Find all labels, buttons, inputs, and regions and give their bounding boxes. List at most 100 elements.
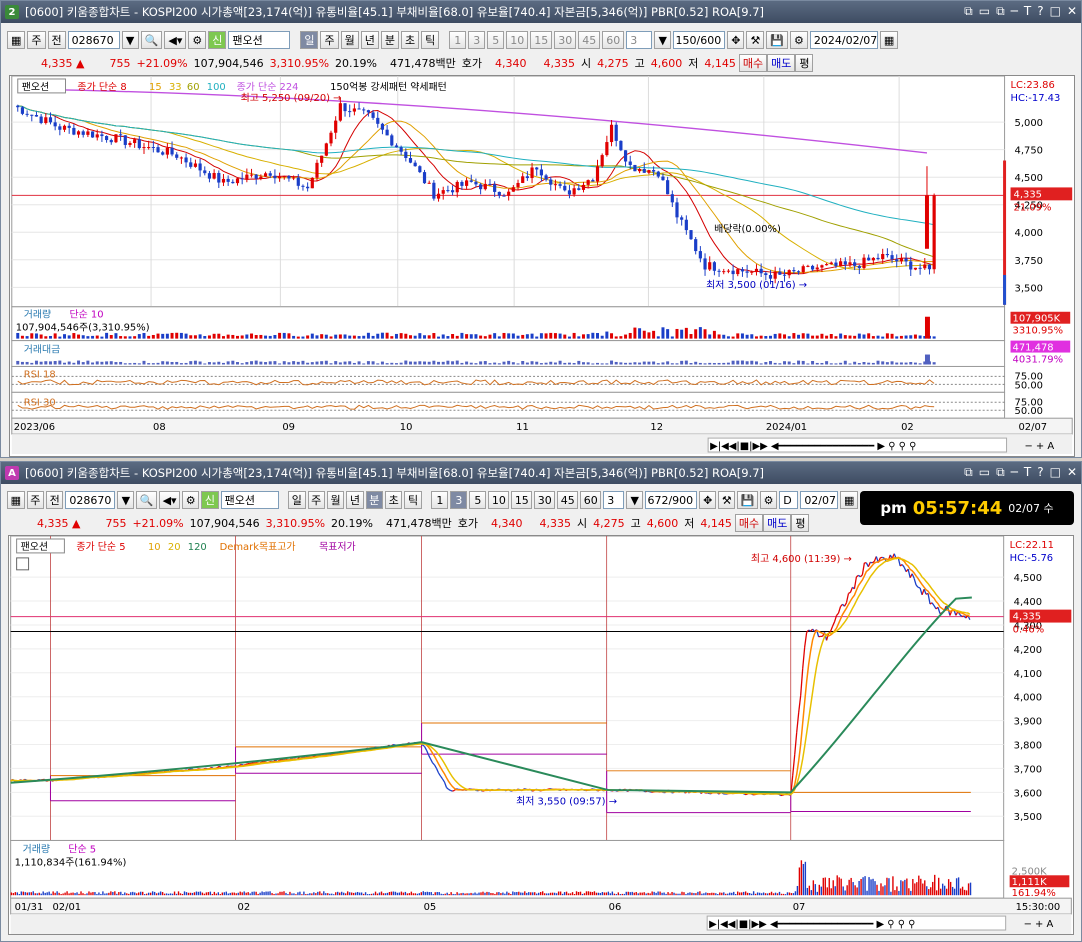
table-icon[interactable] <box>16 557 30 571</box>
tab-second[interactable]: 초 <box>400 31 420 49</box>
tab-day[interactable]: 일 <box>300 31 319 49</box>
dropdown-icon[interactable]: ▼ <box>121 31 139 49</box>
stock-name-field[interactable]: 팬오션 <box>228 31 291 49</box>
num-5[interactable]: 5 <box>469 491 487 509</box>
num-1[interactable]: 1 <box>449 31 467 49</box>
sin-badge[interactable]: 신 <box>201 491 219 509</box>
count-input[interactable]: 150/600 <box>673 31 726 49</box>
bottom-titlebar[interactable]: A [0600] 키움종합차트 - KOSPI200 시가총액[23,174(억… <box>1 462 1081 484</box>
close-icon[interactable]: ✕ <box>1067 465 1077 480</box>
num-30[interactable]: 30 <box>534 491 556 509</box>
n-select[interactable]: 3 <box>626 31 653 49</box>
sin-badge[interactable]: 신 <box>208 31 227 49</box>
restore-icon[interactable]: ⧉ <box>996 4 1005 19</box>
calendar-icon[interactable]: ▦ <box>879 31 899 49</box>
maximize-icon[interactable]: □ <box>1050 465 1061 480</box>
tab-tick[interactable]: 틱 <box>404 491 422 509</box>
font-icon[interactable]: T <box>1024 465 1031 480</box>
code-input[interactable]: 028670 <box>67 31 120 49</box>
top-daily-chart[interactable]: 팬오션 종가 단순 8 15 33 60 100 종가 단순 224 150억봉… <box>9 75 1075 457</box>
period-type-select[interactable]: 주 <box>27 31 46 49</box>
crosshair-icon[interactable]: ✥ <box>727 31 745 49</box>
num-30[interactable]: 30 <box>554 31 577 49</box>
close-icon[interactable]: ✕ <box>1067 4 1077 19</box>
settings-icon[interactable]: ⚙ <box>182 491 200 509</box>
scroll-controls-icon[interactable]: ▶|◀◀|■|▶▶ ◀━━━━━━━━━━━━━━━━ ▶ ⚲ ⚲ ⚲ <box>709 919 915 930</box>
grid-icon[interactable]: ▦ <box>7 491 25 509</box>
search-icon[interactable]: 🔍 <box>140 31 163 49</box>
num-45[interactable]: 45 <box>578 31 601 49</box>
date-input[interactable]: 2024/02/07 <box>809 31 878 49</box>
shrink-icon[interactable]: ─ <box>1011 465 1018 480</box>
sell-button[interactable]: 매도 <box>763 514 792 532</box>
stock-name-field[interactable]: 팬오션 <box>220 491 279 509</box>
num-5[interactable]: 5 <box>487 31 505 49</box>
n-dropdown-icon[interactable]: ▼ <box>626 491 644 509</box>
tab-month[interactable]: 월 <box>340 31 359 49</box>
n-dropdown-icon[interactable]: ▼ <box>654 31 672 49</box>
sell-button[interactable]: 매도 <box>767 54 796 72</box>
zoom-controls-icon[interactable]: − + A <box>1024 919 1054 930</box>
maximize-icon[interactable]: □ <box>1050 4 1061 19</box>
num-60[interactable]: 60 <box>580 491 602 509</box>
num-10[interactable]: 10 <box>488 491 510 509</box>
bottom-minute-chart[interactable]: 팬오션 종가 단순 5 10 20 120 Demark목표고가 목표저가 최고… <box>8 535 1074 935</box>
n-select[interactable]: 3 <box>603 491 625 509</box>
sound-icon[interactable]: ◀▾ <box>164 31 187 49</box>
sound-icon[interactable]: ◀▾ <box>159 491 181 509</box>
gear-icon[interactable]: ⚙ <box>760 491 778 509</box>
tools-icon[interactable]: ⚒ <box>746 31 765 49</box>
top-titlebar[interactable]: 2 [0600] 키움종합차트 - KOSPI200 시가총액[23,174(억… <box>1 1 1081 23</box>
tools-icon[interactable]: ⚒ <box>718 491 736 509</box>
grid-icon[interactable]: ▦ <box>7 31 26 49</box>
code-input[interactable]: 028670 <box>65 491 116 509</box>
count-input[interactable]: 672/900 <box>645 491 698 509</box>
tab-month[interactable]: 월 <box>326 491 345 509</box>
scroll-controls-icon[interactable]: ▶|◀◀|■|▶▶ ◀━━━━━━━━━━━━━━━━ ▶ ⚲ ⚲ ⚲ <box>710 441 916 452</box>
tab-week[interactable]: 주 <box>320 31 339 49</box>
num-10[interactable]: 10 <box>506 31 529 49</box>
tab-week[interactable]: 주 <box>307 491 325 509</box>
dropdown-icon[interactable]: ▼ <box>117 491 135 509</box>
buy-button[interactable]: 매수 <box>738 54 768 72</box>
num-3[interactable]: 3 <box>450 491 468 509</box>
prev-button[interactable]: 전 <box>47 31 66 49</box>
save-icon[interactable]: 💾 <box>766 31 789 49</box>
minimize-icon[interactable]: ▭ <box>979 4 990 19</box>
minimize-icon[interactable]: ▭ <box>979 465 990 480</box>
shrink-icon[interactable]: ─ <box>1011 4 1018 19</box>
pyeong-button[interactable]: 평 <box>791 514 810 532</box>
num-15[interactable]: 15 <box>530 31 553 49</box>
tab-tick[interactable]: 틱 <box>421 31 440 49</box>
buy-button[interactable]: 매수 <box>734 514 764 532</box>
gear-icon[interactable]: ⚙ <box>790 31 808 49</box>
calendar-icon[interactable]: ▦ <box>840 491 858 509</box>
search-icon[interactable]: 🔍 <box>136 491 158 509</box>
help-icon[interactable]: ? <box>1037 4 1043 19</box>
link-icon[interactable]: ⧉ <box>964 465 973 480</box>
d-checkbox[interactable]: D <box>779 491 799 509</box>
period-type-select[interactable]: 주 <box>26 491 45 509</box>
help-icon[interactable]: ? <box>1037 465 1043 480</box>
tab-day[interactable]: 일 <box>288 491 306 509</box>
num-60[interactable]: 60 <box>602 31 625 49</box>
font-icon[interactable]: T <box>1024 4 1031 19</box>
zoom-controls-icon[interactable]: − + A <box>1024 441 1054 452</box>
link-icon[interactable]: ⧉ <box>964 4 973 19</box>
settings-icon[interactable]: ⚙ <box>188 31 207 49</box>
prev-button[interactable]: 전 <box>46 491 64 509</box>
tab-year[interactable]: 년 <box>346 491 364 509</box>
crosshair-icon[interactable]: ✥ <box>699 491 717 509</box>
save-icon[interactable]: 💾 <box>737 491 759 509</box>
pyeong-button[interactable]: 평 <box>795 54 814 72</box>
num-3[interactable]: 3 <box>468 31 486 49</box>
tab-minute[interactable]: 분 <box>380 31 399 49</box>
num-45[interactable]: 45 <box>557 491 579 509</box>
num-15[interactable]: 15 <box>511 491 533 509</box>
date-input[interactable]: 02/07 <box>800 491 839 509</box>
num-1[interactable]: 1 <box>431 491 449 509</box>
restore-icon[interactable]: ⧉ <box>996 465 1005 480</box>
tab-minute[interactable]: 분 <box>365 491 384 509</box>
tab-second[interactable]: 초 <box>385 491 403 509</box>
tab-year[interactable]: 년 <box>360 31 379 49</box>
